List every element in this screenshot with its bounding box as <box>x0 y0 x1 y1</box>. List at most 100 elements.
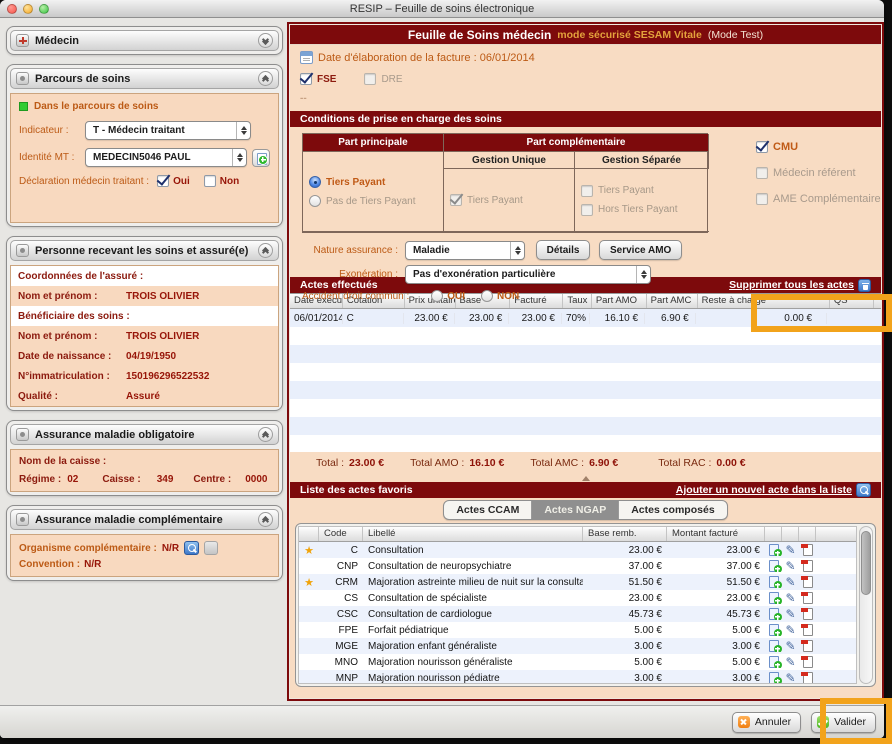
favoris-row[interactable]: CSConsultation de spécialiste23.00 €23.0… <box>299 590 856 606</box>
favoris-row[interactable]: ★CConsultation23.00 €23.00 €✎ <box>299 542 856 558</box>
edit-pencil-icon[interactable]: ✎ <box>785 672 795 684</box>
identite-mt-select[interactable]: MEDECIN5046 PAUL <box>85 148 247 167</box>
minimize-button[interactable] <box>23 4 33 14</box>
favoris-row[interactable]: ★CRMMajoration astreinte milieu de nuit … <box>299 574 856 590</box>
zoom-button[interactable] <box>39 4 49 14</box>
tab-actes-compos-s[interactable]: Actes composés <box>619 501 726 520</box>
panel-amo: Assurance maladie obligatoire Nom de la … <box>6 420 283 496</box>
add-document-icon[interactable] <box>769 560 779 572</box>
window-titlebar[interactable]: RESIP – Feuille de soins électronique <box>0 0 884 18</box>
panel-medecin-header[interactable]: Médecin <box>10 30 279 51</box>
flag-document-icon[interactable] <box>803 592 813 604</box>
add-document-icon[interactable] <box>769 672 779 684</box>
parcours-status-label: Dans le parcours de soins <box>34 101 159 112</box>
gs-tiers-payant-checkbox[interactable] <box>581 185 593 197</box>
details-button[interactable]: Détails <box>536 240 590 260</box>
collapse-amc-button[interactable] <box>258 512 273 527</box>
edit-pencil-icon[interactable]: ✎ <box>785 592 795 604</box>
favoris-base-remb: 5.00 € <box>583 657 667 668</box>
fse-checkbox[interactable] <box>300 73 312 85</box>
collapse-parcours-button[interactable] <box>258 71 273 86</box>
flag-document-icon[interactable] <box>803 608 813 620</box>
panel-amo-header[interactable]: Assurance maladie obligatoire <box>10 424 279 445</box>
panel-parcours-header[interactable]: Parcours de soins <box>10 68 279 89</box>
annuler-button[interactable]: Annuler <box>732 712 801 733</box>
search-organisme-icon[interactable] <box>184 541 199 555</box>
favoris-row[interactable]: CSCConsultation de cardiologue45.73 €45.… <box>299 606 856 622</box>
exoneration-select[interactable]: Pas d'exonération particulière <box>405 265 651 284</box>
edit-pencil-icon[interactable]: ✎ <box>785 544 795 556</box>
flag-document-icon[interactable] <box>803 576 813 588</box>
service-amo-button[interactable]: Service AMO <box>599 240 682 260</box>
favoris-row[interactable]: FPEForfait pédiatrique5.00 €5.00 €✎ <box>299 622 856 638</box>
favorite-star-icon[interactable]: ★ <box>299 544 319 557</box>
resize-handle-icon[interactable] <box>290 474 881 482</box>
favorite-star-icon[interactable]: ★ <box>299 576 319 589</box>
accident-non-radio[interactable] <box>481 290 493 302</box>
favoris-row[interactable]: CNPConsultation de neuropsychiatre37.00 … <box>299 558 856 574</box>
gu-tiers-payant-checkbox[interactable] <box>450 194 462 206</box>
edit-pencil-icon[interactable]: ✎ <box>785 640 795 652</box>
add-document-icon[interactable] <box>769 656 779 668</box>
edit-pencil-icon[interactable]: ✎ <box>785 624 795 636</box>
favoris-row[interactable]: MNOMajoration nourisson généraliste5.00 … <box>299 654 856 670</box>
tiers-payant-radio[interactable] <box>309 176 321 188</box>
qualite-value: Assuré <box>126 391 160 402</box>
favoris-row[interactable]: MNPMajoration nourisson pédiatre3.00 €3.… <box>299 670 856 684</box>
panel-personne-header[interactable]: Personne recevant les soins et assuré(e) <box>10 240 279 261</box>
acte-row[interactable] <box>290 435 881 452</box>
edit-pencil-icon[interactable]: ✎ <box>785 576 795 588</box>
flag-document-icon[interactable] <box>803 624 813 636</box>
close-button[interactable] <box>7 4 17 14</box>
flag-document-icon[interactable] <box>803 544 813 556</box>
nature-assurance-select[interactable]: Maladie <box>405 241 525 260</box>
flag-document-icon[interactable] <box>803 656 813 668</box>
pas-tiers-payant-radio[interactable] <box>309 195 321 207</box>
add-document-icon[interactable] <box>769 608 779 620</box>
gs-hors-tiers-payant-checkbox[interactable] <box>581 204 593 216</box>
indicateur-select[interactable]: T - Médecin traitant <box>85 121 251 140</box>
acte-row[interactable] <box>290 363 881 381</box>
favoris-montant: 5.00 € <box>667 657 765 668</box>
add-document-icon[interactable] <box>769 640 779 652</box>
ame-checkbox[interactable] <box>756 193 768 205</box>
scrollbar-thumb[interactable] <box>861 531 871 595</box>
declaration-oui-label: Oui <box>173 176 190 187</box>
add-document-icon[interactable] <box>769 576 779 588</box>
flag-document-icon[interactable] <box>803 560 813 572</box>
collapse-personne-button[interactable] <box>258 243 273 258</box>
calendar-icon[interactable] <box>300 51 313 64</box>
tab-actes-ccam[interactable]: Actes CCAM <box>444 501 532 520</box>
edit-pencil-icon[interactable]: ✎ <box>785 560 795 572</box>
acte-row[interactable] <box>290 345 881 363</box>
add-document-icon[interactable] <box>769 592 779 604</box>
edit-pencil-icon[interactable]: ✎ <box>785 656 795 668</box>
declaration-non-checkbox[interactable] <box>204 175 216 187</box>
favoris-libelle: Forfait pédiatrique <box>363 625 583 636</box>
flag-document-icon[interactable] <box>803 640 813 652</box>
medecin-referent-checkbox[interactable] <box>756 167 768 179</box>
dre-checkbox[interactable] <box>364 73 376 85</box>
search-acte-icon[interactable] <box>856 483 871 497</box>
collapse-amo-button[interactable] <box>258 427 273 442</box>
trash-icon[interactable] <box>858 279 871 292</box>
add-document-icon[interactable] <box>769 544 779 556</box>
flag-document-icon[interactable] <box>803 672 813 684</box>
acte-row[interactable] <box>290 381 881 399</box>
cmu-checkbox[interactable] <box>756 141 768 153</box>
edit-pencil-icon[interactable]: ✎ <box>785 608 795 620</box>
add-document-icon[interactable] <box>769 624 779 636</box>
tab-actes-ngap[interactable]: Actes NGAP <box>532 501 619 520</box>
clear-organisme-button[interactable] <box>204 541 218 555</box>
accident-oui-radio[interactable] <box>431 290 443 302</box>
ajouter-acte-link[interactable]: Ajouter un nouvel acte dans la liste <box>676 484 852 496</box>
favoris-scrollbar[interactable] <box>859 526 873 684</box>
expand-medecin-button[interactable] <box>258 33 273 48</box>
declaration-oui-checkbox[interactable] <box>157 175 169 187</box>
acte-row[interactable] <box>290 399 881 417</box>
panel-amc-header[interactable]: Assurance maladie complémentaire <box>10 509 279 530</box>
acte-cell: 23.00 € <box>455 313 510 324</box>
acte-row[interactable] <box>290 417 881 435</box>
favoris-row[interactable]: MGEMajoration enfant généraliste3.00 €3.… <box>299 638 856 654</box>
add-medecin-document-icon[interactable] <box>252 149 270 167</box>
